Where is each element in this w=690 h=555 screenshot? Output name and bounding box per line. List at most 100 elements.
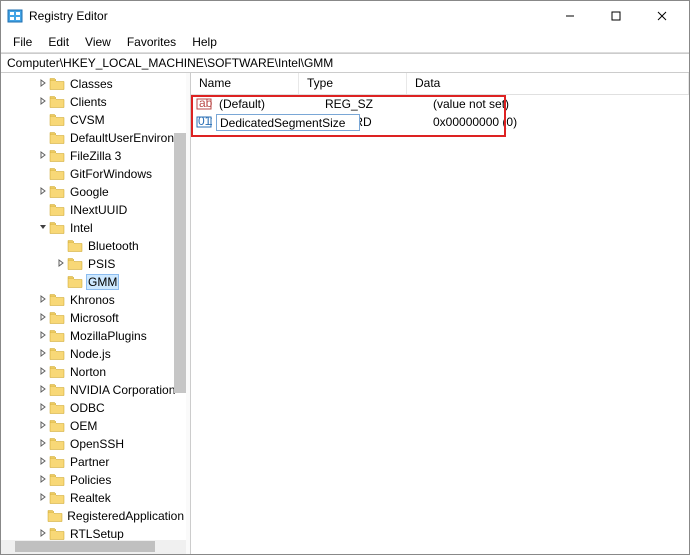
tree-row[interactable]: Policies xyxy=(1,471,186,489)
tree-node-label[interactable]: Policies xyxy=(68,473,113,487)
tree-node-label[interactable]: Classes xyxy=(68,77,115,91)
tree-row[interactable]: OEM xyxy=(1,417,186,435)
expander-closed-icon[interactable] xyxy=(55,259,67,270)
tree-node-label[interactable]: Bluetooth xyxy=(86,239,141,253)
maximize-button[interactable] xyxy=(593,1,639,31)
menu-view[interactable]: View xyxy=(77,33,119,51)
svg-text:ab: ab xyxy=(199,96,212,110)
tree-node-label[interactable]: Microsoft xyxy=(68,311,121,325)
tree-row[interactable]: NVIDIA Corporation xyxy=(1,381,186,399)
tree-row[interactable]: OpenSSH xyxy=(1,435,186,453)
tree-node-label[interactable]: PSIS xyxy=(86,257,117,271)
col-header-name[interactable]: Name xyxy=(191,73,299,94)
tree-row[interactable]: Classes xyxy=(1,75,186,93)
expander-closed-icon[interactable] xyxy=(37,493,49,504)
tree-row[interactable]: RegisteredApplication xyxy=(1,507,186,525)
tree-node-label[interactable]: NVIDIA Corporation xyxy=(68,383,177,397)
tree-row[interactable]: ODBC xyxy=(1,399,186,417)
expander-closed-icon[interactable] xyxy=(37,421,49,432)
folder-icon xyxy=(49,401,66,415)
tree-node-label[interactable]: GMM xyxy=(86,274,119,290)
tree-node-label[interactable]: RegisteredApplication xyxy=(65,509,186,523)
col-header-type[interactable]: Type xyxy=(299,73,407,94)
tree-row[interactable]: DefaultUserEnvironm xyxy=(1,129,186,147)
tree-row[interactable]: Realtek xyxy=(1,489,186,507)
value-row[interactable]: ab(Default)REG_SZ(value not set) xyxy=(191,95,689,113)
expander-closed-icon[interactable] xyxy=(37,403,49,414)
tree-row[interactable]: MozillaPlugins xyxy=(1,327,186,345)
tree-node-label[interactable]: RTLSetup xyxy=(68,527,126,540)
app-icon xyxy=(7,8,23,24)
tree-row[interactable]: RTLSetup xyxy=(1,525,186,540)
menu-edit[interactable]: Edit xyxy=(40,33,77,51)
tree-row[interactable]: PSIS xyxy=(1,255,186,273)
tree-vertical-scrollbar[interactable] xyxy=(174,133,186,393)
tree-node-label[interactable]: DefaultUserEnvironm xyxy=(68,131,186,145)
col-header-data[interactable]: Data xyxy=(407,73,689,94)
expander-closed-icon[interactable] xyxy=(37,151,49,162)
menu-favorites[interactable]: Favorites xyxy=(119,33,184,51)
folder-icon xyxy=(49,131,66,145)
tree-row[interactable]: Khronos xyxy=(1,291,186,309)
tree-row[interactable]: Microsoft xyxy=(1,309,186,327)
tree-node-label[interactable]: INextUUID xyxy=(68,203,129,217)
tree-node-label[interactable]: FileZilla 3 xyxy=(68,149,123,163)
tree-node-label[interactable]: Partner xyxy=(68,455,111,469)
tree-row[interactable]: CVSM xyxy=(1,111,186,129)
tree-node-label[interactable]: Khronos xyxy=(68,293,117,307)
tree-row[interactable]: Google xyxy=(1,183,186,201)
tree-node-label[interactable]: ODBC xyxy=(68,401,107,415)
tree-row[interactable]: Norton xyxy=(1,363,186,381)
expander-closed-icon[interactable] xyxy=(37,331,49,342)
tree-row[interactable]: Bluetooth xyxy=(1,237,186,255)
tree-node-label[interactable]: OEM xyxy=(68,419,99,433)
expander-closed-icon[interactable] xyxy=(37,385,49,396)
folder-icon xyxy=(49,221,66,235)
tree-node-label[interactable]: GitForWindows xyxy=(68,167,154,181)
tree-node-label[interactable]: Clients xyxy=(68,95,109,109)
expander-open-icon[interactable] xyxy=(37,223,49,234)
tree-node-label[interactable]: Intel xyxy=(68,221,95,235)
tree-row[interactable]: Node.js xyxy=(1,345,186,363)
tree-node-label[interactable]: MozillaPlugins xyxy=(68,329,149,343)
tree-row[interactable]: Partner xyxy=(1,453,186,471)
expander-closed-icon[interactable] xyxy=(37,79,49,90)
expander-closed-icon[interactable] xyxy=(37,187,49,198)
tree-scroll[interactable]: Classes Clients CVSM DefaultUserEnvironm… xyxy=(1,73,186,540)
rename-input[interactable] xyxy=(216,114,360,131)
expander-closed-icon[interactable] xyxy=(37,475,49,486)
tree-row[interactable]: GMM xyxy=(1,273,186,291)
tree-row[interactable]: INextUUID xyxy=(1,201,186,219)
close-button[interactable] xyxy=(639,1,685,31)
expander-closed-icon[interactable] xyxy=(37,349,49,360)
tree-row[interactable]: FileZilla 3 xyxy=(1,147,186,165)
tree-node-label[interactable]: Norton xyxy=(68,365,108,379)
folder-icon xyxy=(49,203,66,217)
tree-horizontal-scrollbar[interactable] xyxy=(1,540,186,554)
address-bar[interactable]: Computer\HKEY_LOCAL_MACHINE\SOFTWARE\Int… xyxy=(1,53,689,73)
expander-closed-icon[interactable] xyxy=(37,367,49,378)
menu-help[interactable]: Help xyxy=(184,33,225,51)
expander-closed-icon[interactable] xyxy=(37,529,49,540)
tree-row[interactable]: GitForWindows xyxy=(1,165,186,183)
minimize-button[interactable] xyxy=(547,1,593,31)
tree-node-label[interactable]: Node.js xyxy=(68,347,113,361)
values-pane: Name Type Data ab(Default)REG_SZ(value n… xyxy=(190,73,689,554)
folder-icon xyxy=(67,257,84,271)
tree-node-label[interactable]: CVSM xyxy=(68,113,107,127)
expander-closed-icon[interactable] xyxy=(37,97,49,108)
tree-row[interactable]: Intel xyxy=(1,219,186,237)
expander-closed-icon[interactable] xyxy=(37,457,49,468)
folder-icon xyxy=(49,293,66,307)
expander-closed-icon[interactable] xyxy=(37,313,49,324)
expander-closed-icon[interactable] xyxy=(37,439,49,450)
value-data: 0x00000000 (0) xyxy=(429,115,689,129)
value-data: (value not set) xyxy=(429,97,689,111)
tree-row[interactable]: Clients xyxy=(1,93,186,111)
tree-node-label[interactable]: Google xyxy=(68,185,111,199)
tree-node-label[interactable]: OpenSSH xyxy=(68,437,126,451)
scrollbar-thumb[interactable] xyxy=(15,541,155,552)
menu-file[interactable]: File xyxy=(5,33,40,51)
tree-node-label[interactable]: Realtek xyxy=(68,491,113,505)
expander-closed-icon[interactable] xyxy=(37,295,49,306)
